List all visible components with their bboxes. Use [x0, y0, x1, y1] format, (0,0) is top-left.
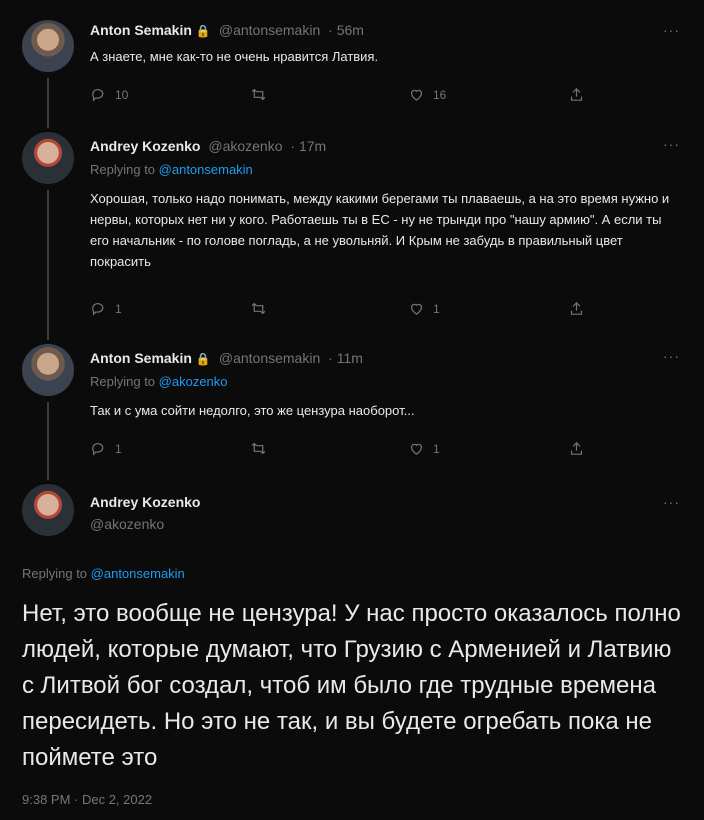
replying-to-handle[interactable]: @antonsemakin	[159, 162, 253, 177]
avatar[interactable]	[22, 132, 74, 184]
reply-count: 1	[115, 301, 122, 316]
author-handle[interactable]: @antonsemakin	[219, 350, 320, 366]
author-name[interactable]: Andrey Kozenko	[90, 138, 200, 154]
reply-count: 10	[115, 87, 129, 102]
thread-line	[47, 190, 49, 340]
share-button[interactable]	[568, 86, 585, 103]
like-count: 1	[433, 441, 440, 456]
tweet-text: Нет, это вообще не цензура! У нас просто…	[22, 600, 681, 771]
like-button[interactable]: 1	[408, 440, 440, 457]
more-options-button[interactable]: ···	[663, 494, 680, 510]
like-count: 16	[433, 87, 447, 102]
more-options-button[interactable]: ···	[663, 22, 680, 38]
lock-icon: 🔒	[195, 24, 211, 38]
more-options-button[interactable]: ···	[663, 348, 680, 364]
retweet-button[interactable]	[250, 86, 267, 103]
more-options-button[interactable]: ···	[663, 136, 680, 152]
retweet-button[interactable]	[250, 300, 267, 317]
retweet-button[interactable]	[250, 440, 267, 457]
replying-to-handle[interactable]: @akozenko	[159, 374, 228, 389]
retweet-icon	[251, 88, 266, 101]
lock-icon: 🔒	[195, 352, 211, 366]
tweet-header: Andrey Kozenko @akozenko · 17m	[90, 138, 326, 154]
reply-icon	[92, 88, 104, 102]
heart-icon	[410, 303, 423, 315]
author-name[interactable]: Andrey Kozenko	[90, 494, 200, 510]
tweet-actions: 10 16	[90, 86, 590, 106]
avatar[interactable]	[22, 344, 74, 396]
reply-button[interactable]: 10	[90, 86, 128, 103]
tweet-actions: 1 1	[90, 440, 590, 460]
tweet-header: Anton Semakin 🔒 @antonsemakin · 11m	[90, 350, 363, 366]
reply-button[interactable]: 1	[90, 440, 122, 457]
tweet-text: Так и с ума сойти недолго, это же цензур…	[90, 403, 415, 418]
replying-to: Replying to @antonsemakin	[22, 566, 185, 581]
replying-to-handle[interactable]: @antonsemakin	[91, 566, 185, 581]
author-handle[interactable]: @antonsemakin	[219, 22, 320, 38]
reply-count: 1	[115, 441, 122, 456]
replying-to: Replying to @antonsemakin	[90, 162, 253, 177]
like-button[interactable]: 16	[408, 86, 446, 103]
share-button[interactable]	[568, 300, 585, 317]
tweet-header: Anton Semakin 🔒 @antonsemakin · 56m	[90, 22, 364, 38]
tweet-timestamp[interactable]: 9:38 PM · Dec 2, 2022	[22, 792, 152, 807]
replying-to-label: Replying to	[22, 566, 91, 581]
author-handle[interactable]: @akozenko	[208, 138, 282, 154]
avatar[interactable]	[22, 484, 74, 536]
tweet-actions: 1 1	[90, 300, 590, 320]
avatar[interactable]	[22, 20, 74, 72]
retweet-icon	[251, 442, 266, 455]
like-button[interactable]: 1	[408, 300, 440, 317]
tweet-text: Хорошая, только надо понимать, между как…	[90, 191, 670, 269]
author-name[interactable]: Anton Semakin	[90, 350, 192, 366]
tweet-text: А знаете, мне как-то не очень нравится Л…	[90, 49, 379, 64]
tweet-time[interactable]: · 11m	[328, 350, 363, 366]
thread-line	[47, 78, 49, 128]
reply-button[interactable]: 1	[90, 300, 122, 317]
replying-to-label: Replying to	[90, 374, 159, 389]
author-name[interactable]: Anton Semakin	[90, 22, 192, 38]
share-icon	[570, 87, 583, 101]
retweet-icon	[251, 302, 266, 315]
like-count: 1	[433, 301, 440, 316]
heart-icon	[410, 89, 423, 101]
replying-to-label: Replying to	[90, 162, 159, 177]
tweet-time[interactable]: · 17m	[290, 138, 326, 154]
replying-to: Replying to @akozenko	[90, 374, 228, 389]
share-icon	[570, 301, 583, 315]
author-handle[interactable]: @akozenko	[90, 516, 164, 532]
heart-icon	[410, 443, 423, 455]
tweet-time[interactable]: · 56m	[328, 22, 364, 38]
reply-icon	[92, 302, 104, 316]
reply-icon	[92, 442, 104, 456]
share-icon	[570, 441, 583, 455]
share-button[interactable]	[568, 440, 585, 457]
thread-line	[47, 402, 49, 480]
